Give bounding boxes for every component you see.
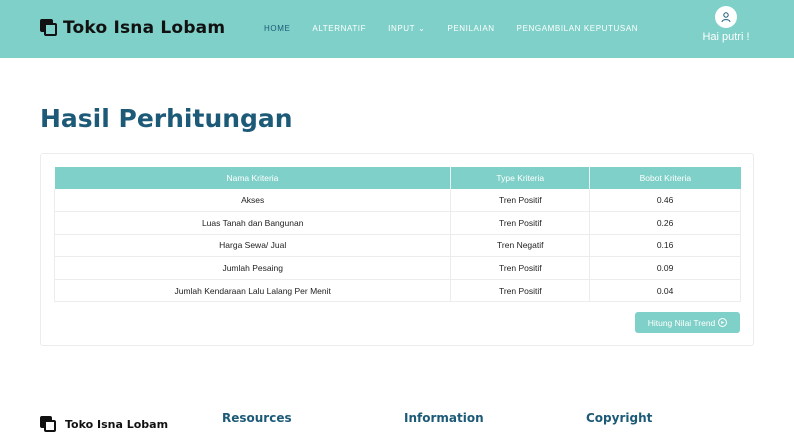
column-header: Type Kriteria — [450, 167, 591, 189]
arrow-circle-right-icon: ▸ — [718, 318, 728, 327]
column-header: Bobot Kriteria — [589, 167, 741, 189]
hitung-nilai-trend-button[interactable]: Hitung Nilai Trend ▸ — [635, 312, 740, 333]
page-title: Hasil Perhitungan — [40, 104, 293, 133]
criteria-weight-cell: 0.16 — [589, 234, 741, 258]
result-card: Nama Kriteria Type Kriteria Bobot Kriter… — [40, 153, 754, 346]
table-header-row: Nama Kriteria Type Kriteria Bobot Kriter… — [54, 167, 741, 189]
nav-item-home[interactable]: HOME — [264, 24, 290, 33]
nav-item-input[interactable]: INPUT ⌄ — [388, 24, 425, 33]
brand-name: Toko Isna Lobam — [63, 18, 226, 38]
nav-item-penilaian[interactable]: PENILAIAN — [447, 24, 494, 33]
criteria-name-cell: Luas Tanah dan Bangunan — [53, 211, 452, 235]
criteria-name-cell: Harga Sewa/ Jual — [53, 234, 452, 258]
button-label: Hitung Nilai Trend — [647, 317, 716, 328]
criteria-type-cell: Tren Positif — [450, 279, 591, 303]
user-greeting: Hai putri ! — [702, 31, 750, 43]
navbar: Toko Isna Lobam HOME ALTERNATIF INPUT ⌄ P… — [0, 0, 794, 58]
criteria-weight-cell: 0.26 — [589, 211, 741, 235]
footer-heading-copyright: Copyright — [586, 411, 653, 425]
chevron-down-icon: ⌄ — [418, 24, 426, 33]
footer-heading-information: Information — [404, 411, 484, 425]
nav-menu: HOME ALTERNATIF INPUT ⌄ PENILAIAN PENGAMB… — [264, 24, 660, 33]
criteria-weight-cell: 0.09 — [589, 256, 741, 280]
criteria-type-cell: Tren Negatif — [450, 234, 591, 258]
user-icon[interactable] — [715, 6, 737, 28]
criteria-name-cell: Jumlah Kendaraan Lalu Lalang Per Menit — [53, 279, 452, 303]
criteria-type-cell: Tren Positif — [450, 256, 591, 280]
criteria-type-cell: Tren Positif — [450, 189, 591, 213]
logo-icon — [40, 416, 56, 432]
criteria-type-cell: Tren Positif — [450, 211, 591, 235]
footer-brand[interactable]: Toko Isna Lobam — [40, 416, 168, 432]
table-row: Luas Tanah dan Bangunan Tren Positif 0.2… — [53, 211, 741, 235]
criteria-name-cell: Akses — [53, 189, 452, 213]
table-row: Harga Sewa/ Jual Tren Negatif 0.16 — [53, 234, 741, 258]
footer-heading-resources: Resources — [222, 411, 292, 425]
brand[interactable]: Toko Isna Lobam — [40, 18, 225, 38]
criteria-weight-cell: 0.04 — [589, 279, 741, 303]
nav-item-alternatif[interactable]: ALTERNATIF — [312, 24, 366, 33]
table-row: Jumlah Kendaraan Lalu Lalang Per Menit T… — [53, 279, 741, 303]
nav-item-input-label: INPUT — [388, 24, 416, 33]
column-header: Nama Kriteria — [54, 167, 452, 189]
logo-icon — [40, 19, 58, 37]
criteria-name-cell: Jumlah Pesaing — [53, 256, 452, 280]
nav-item-pengambilan-keputusan[interactable]: PENGAMBILAN KEPUTUSAN — [517, 24, 639, 33]
footer-brand-name: Toko Isna Lobam — [65, 417, 169, 431]
table-row: Akses Tren Positif 0.46 — [53, 189, 741, 213]
criteria-weight-cell: 0.46 — [589, 189, 741, 213]
criteria-table: Nama Kriteria Type Kriteria Bobot Kriter… — [53, 167, 741, 303]
user-menu[interactable]: Hai putri ! — [696, 6, 756, 43]
table-row: Jumlah Pesaing Tren Positif 0.09 — [53, 256, 741, 280]
